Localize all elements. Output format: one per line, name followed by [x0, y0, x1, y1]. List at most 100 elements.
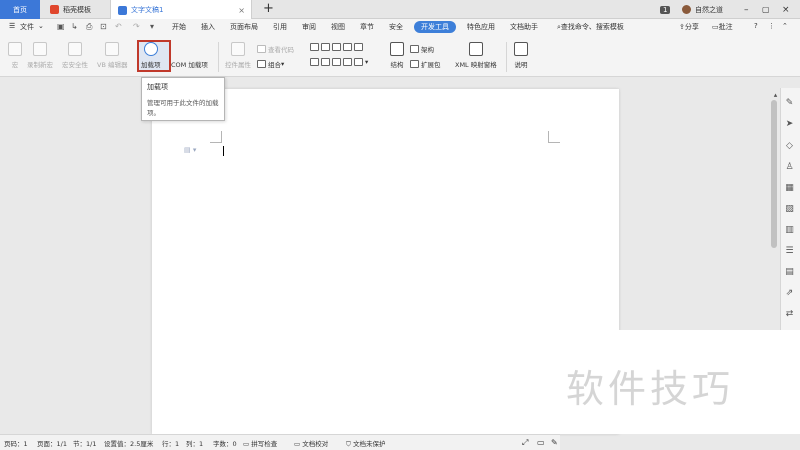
repeating-control-icon[interactable] — [343, 58, 352, 66]
legacy-tools-icon[interactable] — [354, 58, 363, 66]
tab-template[interactable]: 稻壳模板 — [42, 0, 108, 19]
proofread-icon: ▭ — [294, 440, 301, 448]
writer-doc-icon — [118, 5, 127, 15]
schema-button[interactable]: 架构 — [410, 44, 434, 54]
control-properties-button[interactable]: 控件属性 — [225, 42, 251, 69]
menu-developer-tools[interactable]: 开发工具 — [414, 21, 456, 33]
schema-icon — [410, 45, 419, 53]
window-count-badge[interactable]: 1 — [660, 0, 671, 19]
expansion-pack-button[interactable]: 扩展包 — [410, 59, 441, 69]
xml-mapping-pane-button[interactable]: XML 映射窗格 — [455, 42, 497, 69]
style-icon[interactable]: ♙ — [784, 162, 795, 172]
menu-view[interactable]: 视图 — [331, 22, 345, 32]
vb-editor-button[interactable]: VB 编辑器 — [97, 42, 127, 69]
print-icon[interactable]: ⎙ — [86, 22, 92, 32]
record-macro-button[interactable]: 录制新宏 — [27, 42, 53, 69]
checkbox-control-icon[interactable] — [354, 43, 363, 51]
paragraph-layout-icon[interactable]: ▤ ▾ — [184, 146, 196, 154]
tab-template-label: 稻壳模板 — [63, 5, 91, 14]
status-section[interactable]: 节：1/1 — [73, 438, 96, 448]
menu-security[interactable]: 安全 — [389, 22, 403, 32]
text-control-icon[interactable] — [310, 43, 319, 51]
status-page-number[interactable]: 页码：1 — [4, 438, 28, 448]
scrollbar-thumb[interactable] — [771, 100, 777, 248]
record-macro-icon — [33, 42, 47, 56]
chart-icon[interactable]: ▥ — [784, 225, 795, 235]
spell-check-button[interactable]: ▭ 拼写检查 — [243, 438, 277, 448]
macro-security-button[interactable]: 宏安全性 — [62, 42, 88, 69]
help-button[interactable]: ? — [754, 22, 758, 30]
status-word-count[interactable]: 字数：0 — [213, 438, 237, 448]
fullscreen-icon[interactable]: ⤢ — [522, 438, 528, 448]
menu-doc-assistant[interactable]: 文档助手 — [510, 22, 538, 32]
tab-home[interactable]: 首页 — [0, 0, 40, 19]
hamburger-icon[interactable]: ☰ — [9, 22, 15, 30]
picture-control-icon[interactable] — [332, 43, 341, 51]
settings-sliders-icon[interactable]: ☰ — [784, 246, 795, 256]
addins-button[interactable]: 加载项 — [141, 42, 161, 69]
menu-file[interactable]: 文件 — [20, 22, 34, 32]
macro-button[interactable]: 宏 — [8, 42, 22, 69]
status-column[interactable]: 列：1 — [186, 438, 203, 448]
menu-featured-apps[interactable]: 特色应用 — [467, 22, 495, 32]
status-pages[interactable]: 页面：1/1 — [37, 438, 67, 448]
search-command-box[interactable]: ⌕查找命令、搜索模板 — [557, 22, 624, 32]
group-button[interactable]: 组合 ▾ — [257, 59, 284, 69]
chevron-down-icon[interactable]: ⌄ — [38, 22, 44, 30]
tooltip-title: 加载项 — [147, 83, 168, 91]
menu-bar: ☰ 文件 ⌄ ▣ ↳ ⎙ ⊡ ↶ ↷ ▾ 开始 插入 页面布局 引用 审阅 视图… — [0, 19, 800, 37]
dropdown-control-icon[interactable] — [343, 43, 352, 51]
export-icon[interactable]: ↳ — [71, 22, 78, 31]
table-icon[interactable]: ▦ — [784, 183, 795, 193]
share-out-icon[interactable]: ⇗ — [784, 288, 795, 298]
menu-review[interactable]: 审阅 — [302, 22, 316, 32]
rich-text-control-icon[interactable] — [321, 43, 330, 51]
group-icon — [257, 60, 266, 68]
menu-references[interactable]: 引用 — [273, 22, 287, 32]
pointer-icon[interactable]: ➤ — [784, 119, 795, 129]
close-window-icon[interactable]: × — [782, 0, 790, 19]
doc-proofread-button[interactable]: ▭ 文档校对 — [294, 438, 328, 448]
new-tab-button[interactable]: + — [263, 1, 274, 16]
menu-page-layout[interactable]: 页面布局 — [230, 22, 258, 32]
macro-icon — [8, 42, 22, 56]
layout-view-icon[interactable]: ▭ — [537, 438, 545, 447]
write-mode-icon[interactable]: ✎ — [551, 438, 558, 447]
view-code-icon — [257, 45, 266, 53]
control-properties-icon — [231, 42, 245, 56]
comment-button[interactable]: ▭批注 — [712, 22, 733, 32]
view-code-button[interactable]: 查看代码 — [257, 44, 294, 54]
user-account[interactable]: 自然之道 — [682, 0, 723, 19]
doc-protection-status[interactable]: ⛉ 文档未保护 — [346, 438, 385, 449]
menu-start[interactable]: 开始 — [172, 22, 186, 32]
explanation-button[interactable]: 说明 — [514, 42, 528, 69]
menu-insert[interactable]: 插入 — [201, 22, 215, 32]
status-setting-value[interactable]: 设置值：2.5厘米 — [104, 438, 153, 448]
combobox-control-icon[interactable] — [332, 58, 341, 66]
building-block-control-icon[interactable] — [321, 58, 330, 66]
pen-icon[interactable]: ✎ — [784, 98, 795, 108]
structure-button[interactable]: 结构 — [390, 42, 404, 69]
more-options-icon[interactable]: ⋮ — [768, 22, 775, 30]
tab-document[interactable]: 文字文稿1 × — [110, 0, 252, 20]
image-icon[interactable]: ▨ — [784, 204, 795, 214]
minimize-icon[interactable]: – — [744, 0, 749, 19]
translate-icon[interactable]: ⇄ — [784, 309, 795, 319]
customize-toolbar-icon[interactable]: ▾ — [150, 22, 154, 31]
collapse-ribbon-icon[interactable]: ⌃ — [782, 22, 788, 30]
maximize-icon[interactable]: ▢ — [762, 0, 770, 19]
share-button[interactable]: ⇪分享 — [679, 22, 699, 32]
print-preview-icon[interactable]: ⊡ — [100, 22, 107, 31]
chevron-down-icon[interactable]: ▾ — [365, 58, 368, 66]
status-row[interactable]: 行：1 — [162, 438, 179, 448]
redo-icon[interactable]: ↷ — [133, 22, 140, 31]
undo-icon[interactable]: ↶ — [115, 22, 122, 31]
close-tab-icon[interactable]: × — [238, 6, 245, 15]
save-icon[interactable]: ▣ — [57, 22, 65, 31]
com-addins-button[interactable]: COM 加载项 — [171, 42, 208, 69]
user-name: 自然之道 — [695, 5, 723, 14]
shapes-icon[interactable]: ◇ — [784, 141, 795, 151]
date-control-icon[interactable] — [310, 58, 319, 66]
document-list-icon[interactable]: ▤ — [784, 267, 795, 277]
menu-chapter[interactable]: 章节 — [360, 22, 374, 32]
